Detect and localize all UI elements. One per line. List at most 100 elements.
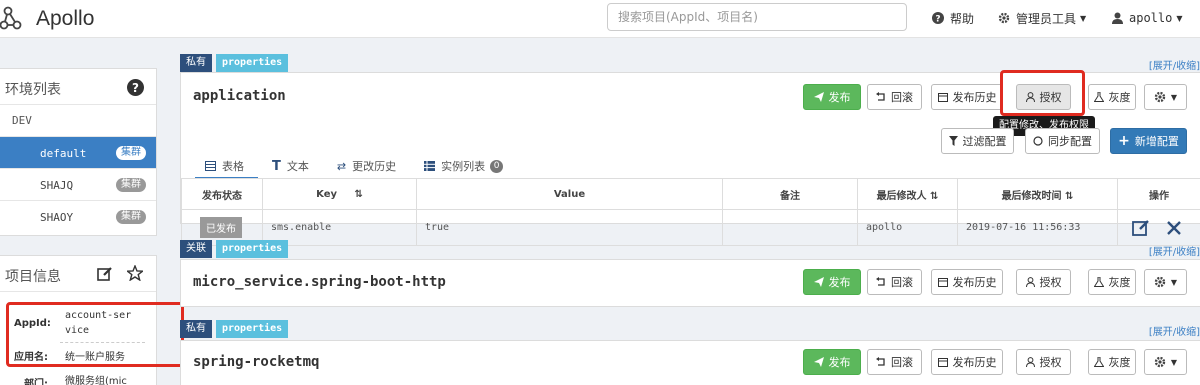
tab-text-label: 文本: [286, 160, 309, 173]
app-name: Apollo: [36, 7, 95, 30]
svg-text:?: ?: [132, 81, 139, 95]
undo-icon: [876, 92, 885, 101]
help-link[interactable]: ? 帮助: [932, 9, 974, 27]
column-header-modifier-label: 最后修改人: [876, 190, 927, 202]
settings-dropdown[interactable]: ▼: [1144, 349, 1187, 375]
release-history-button[interactable]: 发布历史: [931, 349, 1003, 375]
rollback-button[interactable]: 回滚: [867, 269, 922, 295]
delete-icon[interactable]: [1166, 220, 1182, 236]
grant-label: 授权: [1039, 276, 1062, 289]
swap-icon: ⇄: [336, 159, 347, 173]
gray-release-label: 灰度: [1108, 276, 1131, 289]
user-icon: [1112, 12, 1123, 24]
rollback-button[interactable]: 回滚: [867, 84, 922, 110]
grant-button[interactable]: 授权: [1016, 269, 1071, 295]
cluster-item-shaoy[interactable]: SHAOY 集群: [0, 201, 156, 233]
edit-icon[interactable]: [1132, 219, 1150, 237]
tab-text[interactable]: T 文本: [272, 154, 309, 178]
search-input[interactable]: [607, 3, 907, 31]
gray-release-label: 灰度: [1108, 91, 1131, 104]
rollback-label: 回滚: [891, 356, 913, 369]
admin-tools-menu[interactable]: 管理员工具 ▼: [998, 9, 1086, 27]
tab-change-history-label: 更改历史: [352, 160, 397, 173]
cluster-item-default[interactable]: default 集群: [0, 137, 156, 169]
caret-down-icon: ▼: [1176, 13, 1183, 23]
tab-change-history[interactable]: ⇄ 更改历史: [337, 154, 396, 178]
filter-config-button[interactable]: 过滤配置: [941, 128, 1014, 154]
sort-icon: ⇅: [1065, 190, 1074, 202]
column-header-key[interactable]: Key ⇅: [262, 178, 417, 210]
svg-text:?: ?: [935, 15, 940, 25]
apollo-logo-icon: [0, 6, 22, 30]
publish-button[interactable]: 发布: [803, 84, 861, 110]
modifier-cell: apollo: [857, 209, 958, 246]
grant-label: 授权: [1039, 356, 1062, 369]
user-icon: [1025, 357, 1035, 367]
release-history-button[interactable]: 发布历史: [931, 269, 1003, 295]
gray-release-button[interactable]: 灰度: [1088, 269, 1136, 295]
add-config-label: 新增配置: [1134, 135, 1179, 148]
column-header-value: Value: [416, 178, 723, 210]
rollback-button[interactable]: 回滚: [867, 349, 922, 375]
cluster-badge: 集群: [116, 210, 146, 224]
question-circle-icon: ?: [932, 12, 944, 24]
column-header-actions: 操作: [1117, 178, 1200, 210]
edit-icon[interactable]: [97, 266, 113, 282]
release-history-label: 发布历史: [952, 91, 997, 104]
release-history-label: 发布历史: [952, 356, 997, 369]
cluster-item-shajq[interactable]: SHAJQ 集群: [0, 169, 156, 201]
cluster-name: default: [40, 147, 87, 160]
gray-release-button[interactable]: 灰度: [1088, 349, 1136, 375]
scope-badge: 私有: [180, 320, 212, 338]
tab-instances[interactable]: 实例列表 0: [424, 154, 504, 178]
cluster-badge: 集群: [116, 178, 146, 192]
scope-badge: 关联: [180, 240, 212, 258]
user-menu[interactable]: apollo ▼: [1112, 9, 1183, 27]
release-history-button[interactable]: 发布历史: [931, 84, 1003, 110]
namespace-name: micro_service.spring-boot-http: [193, 274, 446, 290]
send-icon: [813, 92, 824, 102]
column-header-comment: 备注: [722, 178, 858, 210]
star-icon[interactable]: [127, 265, 143, 281]
rollback-label: 回滚: [891, 91, 913, 104]
expand-collapse-link[interactable]: [展开/收缩]: [1149, 323, 1200, 338]
project-info-title: 项目信息: [5, 269, 61, 285]
format-badge: properties: [216, 320, 289, 338]
undo-icon: [876, 277, 885, 286]
grant-button[interactable]: 授权: [1016, 349, 1071, 375]
gray-release-button[interactable]: 灰度: [1088, 84, 1136, 110]
undo-icon: [876, 357, 885, 366]
help-icon[interactable]: ?: [127, 79, 144, 96]
expand-collapse-link[interactable]: [展开/收缩]: [1149, 243, 1200, 258]
project-info-header: 项目信息: [0, 256, 156, 292]
env-label[interactable]: DEV: [0, 105, 156, 137]
instance-count-badge: 0: [490, 159, 504, 173]
admin-tools-label: 管理员工具: [1016, 11, 1077, 26]
sync-config-button[interactable]: 同步配置: [1025, 128, 1100, 154]
tab-table-label: 表格: [222, 160, 244, 173]
publish-button[interactable]: 发布: [803, 269, 861, 295]
env-list-header: 环境列表 ?: [0, 69, 156, 105]
cluster-name: SHAOY: [40, 211, 74, 224]
rollback-label: 回滚: [891, 276, 913, 289]
tab-table[interactable]: 表格: [195, 154, 258, 179]
table-icon: [205, 161, 216, 171]
format-badge: properties: [216, 54, 289, 72]
env-list-panel: 环境列表 ? DEV default 集群 SHAJQ 集群 SHAOY 集群: [0, 68, 157, 236]
sync-icon: [1033, 136, 1043, 146]
caret-down-icon: ▼: [1170, 277, 1178, 287]
sort-icon: ⇅: [930, 190, 939, 202]
expand-collapse-link[interactable]: [展开/收缩]: [1149, 57, 1200, 72]
value-cell: true: [416, 209, 723, 246]
settings-dropdown[interactable]: ▼: [1144, 269, 1187, 295]
publish-button[interactable]: 发布: [803, 349, 861, 375]
caret-down-icon: ▼: [1170, 92, 1178, 102]
gear-icon: [1154, 91, 1166, 103]
comment-cell: [722, 209, 858, 246]
column-header-modifier[interactable]: 最后修改人 ⇅: [857, 178, 958, 210]
column-header-status: 发布状态: [181, 178, 263, 210]
add-config-button[interactable]: + 新增配置: [1110, 128, 1187, 154]
settings-dropdown[interactable]: ▼: [1144, 84, 1187, 110]
logo[interactable]: Apollo: [0, 5, 94, 33]
column-header-modified-time[interactable]: 最后修改时间 ⇅: [957, 178, 1118, 210]
